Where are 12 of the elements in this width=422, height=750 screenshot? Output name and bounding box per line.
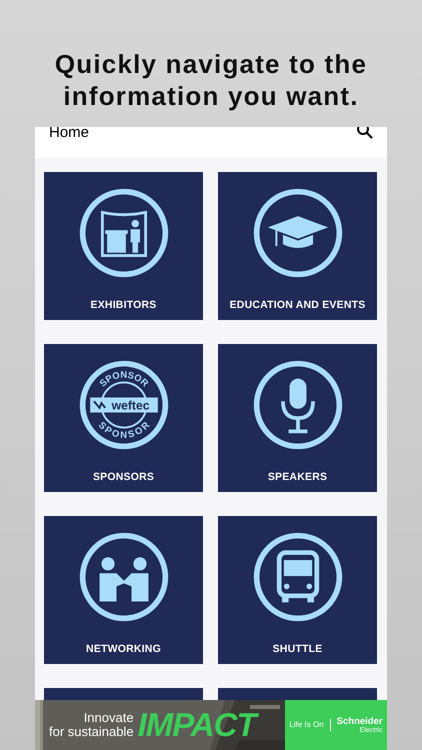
menu-tile[interactable]: SHUTTLE (218, 516, 377, 664)
ad-text: Innovate for sustainable (49, 711, 134, 739)
menu-tile[interactable] (44, 688, 203, 700)
headline: Quickly navigate to the information you want. (54, 48, 368, 113)
menu-tile[interactable] (218, 688, 377, 700)
page-title: Home (49, 127, 90, 139)
menu-tile[interactable]: SPEAKERS (218, 344, 377, 492)
menu-tile[interactable]: NETWORKING (44, 516, 203, 664)
menu-tile[interactable]: EDUCATION AND EVENTS (218, 172, 377, 320)
search-icon[interactable] (356, 127, 373, 141)
ad-tagline: Life Is On (289, 719, 331, 731)
menu-tile[interactable]: EXHIBITORS (44, 172, 203, 320)
